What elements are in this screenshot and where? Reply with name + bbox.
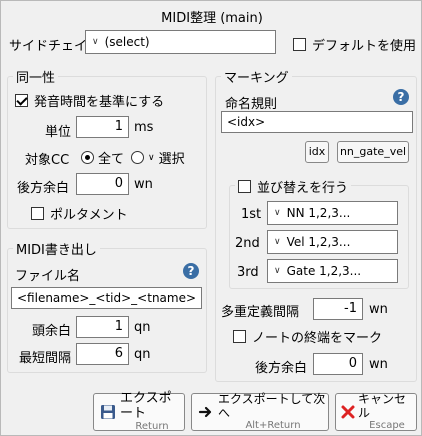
- tail-suffix: wn: [134, 177, 153, 192]
- portamento-checkbox[interactable]: [31, 207, 44, 220]
- second-label: 2nd: [235, 236, 260, 251]
- target-select-label: 選択: [158, 152, 185, 167]
- naming-input[interactable]: <idx>: [221, 111, 413, 133]
- export-next-button-label: エクスポートして次へ: [218, 392, 326, 420]
- default-checkbox-label: デフォルトを使用: [312, 39, 417, 54]
- export-next-button-shortcut: Alt+Return: [245, 419, 301, 431]
- min-interval-input[interactable]: 6: [76, 343, 129, 365]
- second-select[interactable]: ∨ Vel 1,2,3...: [267, 230, 398, 254]
- onset-checkbox-label: 発音時間を基準にする: [34, 95, 165, 110]
- target-all-radio-row[interactable]: 全て: [81, 148, 124, 167]
- chevron-down-icon: ∨: [274, 266, 281, 276]
- onset-checkbox-row[interactable]: 発音時間を基準にする: [15, 91, 164, 110]
- close-x-icon: [340, 404, 356, 420]
- default-checkbox-row[interactable]: デフォルトを使用: [293, 35, 416, 54]
- head-input[interactable]: 1: [76, 316, 129, 338]
- multidef-suffix: wn: [369, 302, 388, 317]
- export-button-label: エクスポート: [120, 391, 172, 421]
- marking-group-title: マーキング: [221, 67, 292, 86]
- nn-gate-vel-button[interactable]: nn_gate_vel: [337, 141, 409, 163]
- cancel-button-label: キャンセル: [358, 392, 407, 420]
- export-button-shortcut: Return: [135, 420, 169, 432]
- cancel-button-shortcut: Escape: [369, 419, 405, 431]
- target-cc-label: 対象CC: [25, 153, 70, 168]
- filename-input[interactable]: <filename>_<tid>_<tname>: [11, 287, 202, 309]
- unit-input[interactable]: 1: [76, 116, 129, 138]
- first-label: 1st: [241, 207, 262, 222]
- noteend-checkbox[interactable]: [233, 330, 246, 343]
- marking-tail-suffix: wn: [369, 357, 388, 372]
- third-select-value: Gate 1,2,3...: [286, 264, 362, 278]
- chevron-down-icon: ∨: [274, 208, 281, 218]
- tail-label: 後方余白: [17, 181, 70, 196]
- question-icon[interactable]: ?: [183, 263, 199, 279]
- filename-label: ファイル名: [15, 269, 81, 284]
- unit-suffix: ms: [134, 120, 154, 135]
- chevron-down-icon: ∨: [148, 152, 155, 163]
- tail-input[interactable]: 0: [76, 173, 129, 195]
- noteend-checkbox-row[interactable]: ノートの終端をマーク: [233, 327, 382, 346]
- third-label: 3rd: [237, 265, 259, 280]
- naming-label: 命名規則: [225, 97, 278, 112]
- window-title: MIDI整理 (main): [161, 11, 263, 26]
- target-all-radio[interactable]: [81, 151, 94, 164]
- sort-checkbox-row[interactable]: 並び替えを行う: [235, 177, 352, 196]
- target-all-label: 全て: [98, 152, 125, 167]
- portamento-checkbox-row[interactable]: ポルタメント: [31, 204, 128, 223]
- second-select-value: Vel 1,2,3...: [286, 235, 351, 249]
- sort-label: 並び替えを行う: [257, 181, 349, 196]
- export-button[interactable]: エクスポート Return: [93, 391, 185, 432]
- floppy-icon: [100, 404, 116, 420]
- multidef-label: 多重定義間隔: [221, 305, 300, 320]
- noteend-label: ノートの終端をマーク: [252, 331, 383, 346]
- cancel-button[interactable]: キャンセル Escape: [335, 393, 417, 431]
- target-select-radio[interactable]: [131, 151, 144, 164]
- onset-checkbox[interactable]: [15, 94, 28, 107]
- first-select[interactable]: ∨ NN 1,2,3...: [267, 201, 398, 225]
- marking-tail-input[interactable]: 0: [313, 353, 363, 375]
- head-suffix: qn: [134, 320, 151, 335]
- default-checkbox[interactable]: [293, 38, 306, 51]
- unit-label: 単位: [44, 125, 71, 140]
- question-icon[interactable]: ?: [393, 89, 409, 105]
- idx-button[interactable]: idx: [305, 141, 329, 163]
- multidef-input[interactable]: -1: [313, 298, 363, 320]
- portamento-label: ポルタメント: [50, 208, 128, 223]
- dialog-window: MIDI整理 (main) サイドチェイン ∨ (select) デフォルトを使…: [0, 0, 422, 436]
- marking-tail-label: 後方余白: [255, 361, 308, 376]
- identity-group-title: 同一性: [13, 67, 59, 86]
- arrow-right-icon: [198, 404, 214, 420]
- sidechain-select[interactable]: ∨ (select): [85, 30, 276, 54]
- sort-checkbox[interactable]: [238, 180, 251, 193]
- min-interval-suffix: qn: [134, 347, 151, 362]
- head-label: 頭余白: [31, 324, 71, 339]
- chevron-down-icon: ∨: [92, 37, 99, 47]
- chevron-down-icon: ∨: [274, 237, 281, 247]
- first-select-value: NN 1,2,3...: [286, 206, 351, 220]
- target-select-radio-row[interactable]: ∨ 選択: [131, 148, 185, 167]
- export-next-button[interactable]: エクスポートして次へ Alt+Return: [191, 393, 329, 431]
- midi-export-group-title: MIDI書き出し: [13, 239, 100, 258]
- min-interval-label: 最短間隔: [18, 351, 71, 366]
- sidechain-select-value: (select): [104, 35, 150, 49]
- third-select[interactable]: ∨ Gate 1,2,3...: [267, 259, 398, 283]
